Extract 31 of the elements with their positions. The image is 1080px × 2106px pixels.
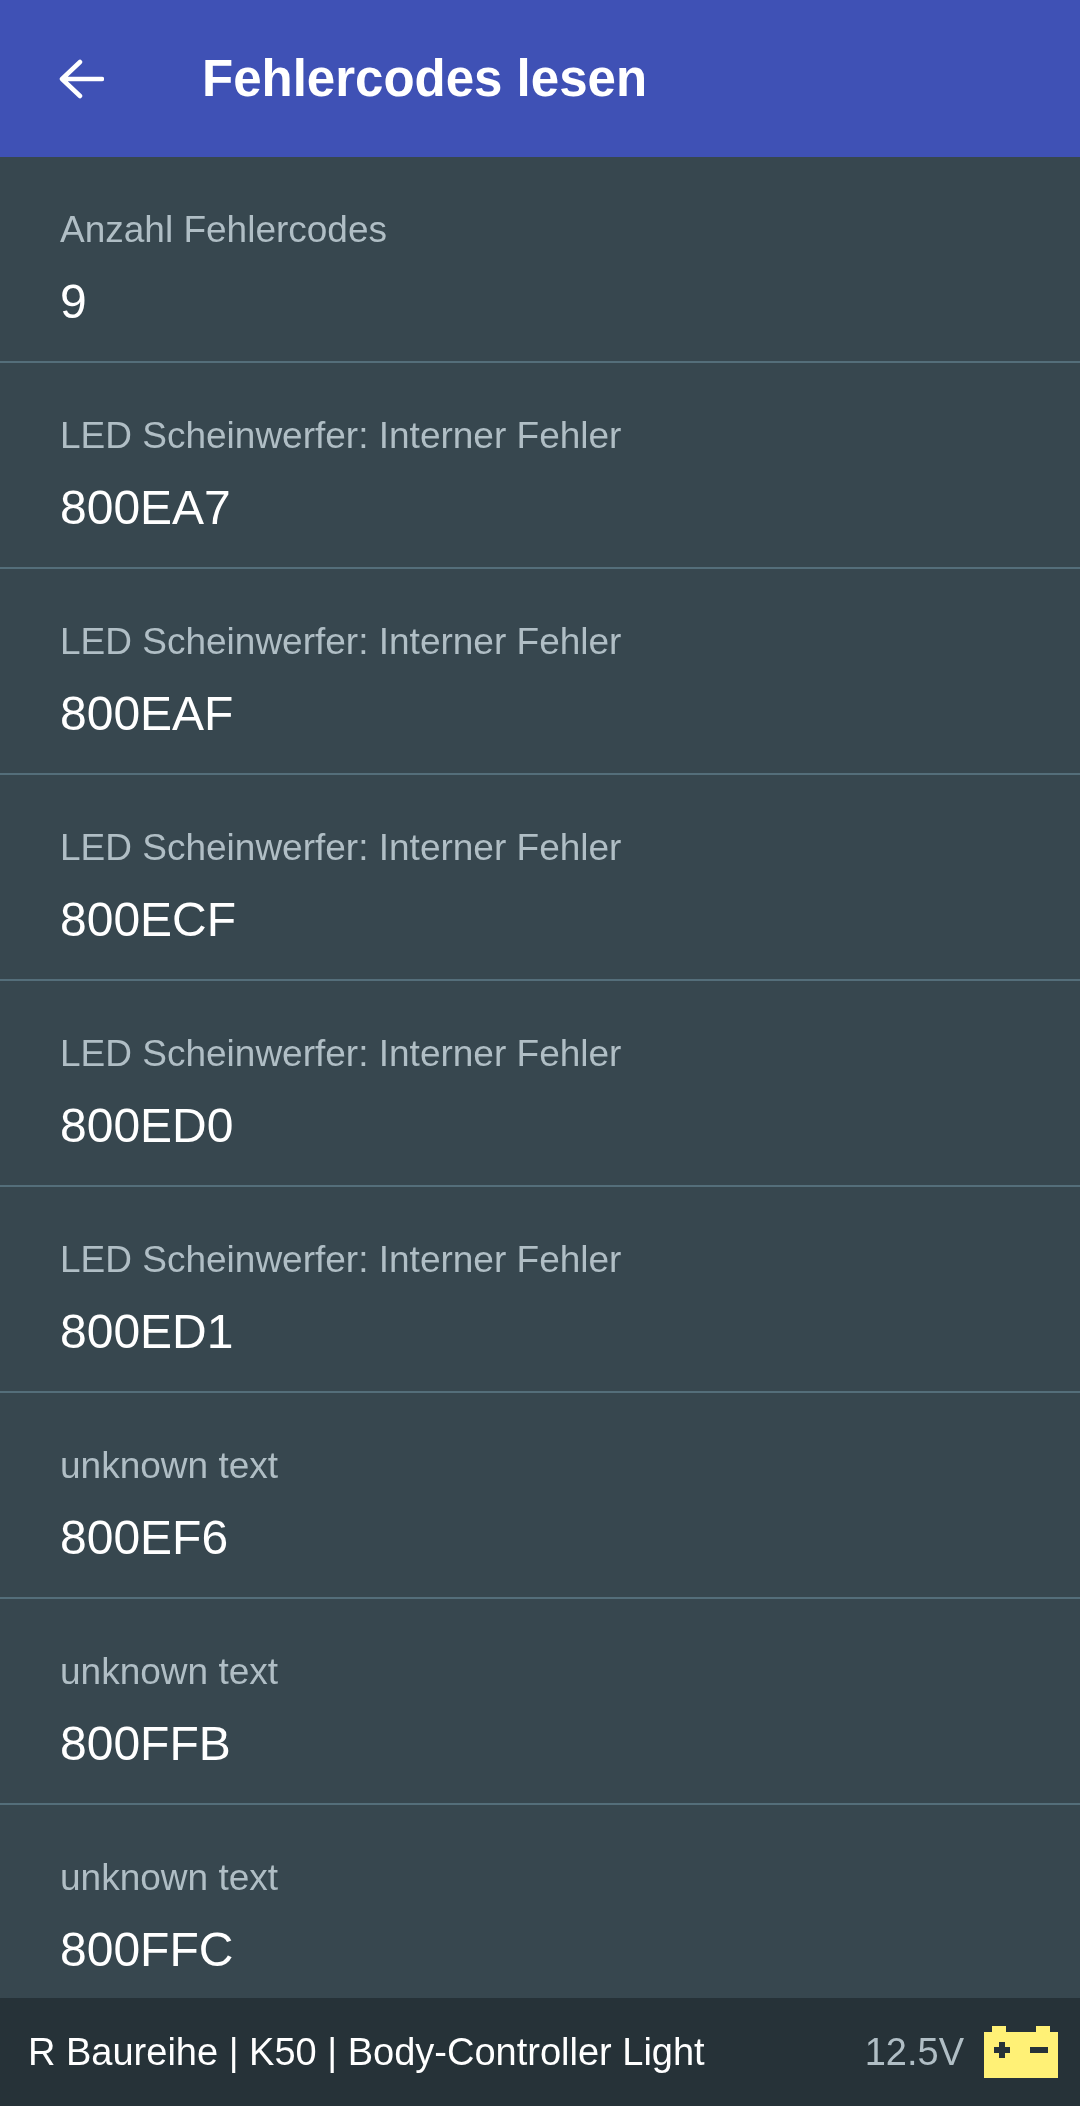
fault-code: 800ED0	[60, 1098, 235, 1154]
fault-code-item[interactable]: unknown text 800EF6	[0, 1393, 1080, 1599]
fault-code: 800ECF	[60, 892, 238, 948]
fault-code-item[interactable]: unknown text 800FFB	[0, 1599, 1080, 1805]
fault-code: 800EAF	[60, 686, 235, 742]
fault-code: 800FFB	[60, 1716, 232, 1772]
fault-description: LED Scheinwerfer: Interner Fehler	[60, 826, 623, 870]
fault-code: 800FFC	[60, 1922, 235, 1978]
fault-code-item[interactable]: LED Scheinwerfer: Interner Fehler 800ED1	[0, 1187, 1080, 1393]
fault-description: unknown text	[60, 1650, 280, 1694]
fault-description: unknown text	[60, 1856, 280, 1900]
fault-code: 800EA7	[60, 480, 232, 536]
fault-code-item[interactable]: LED Scheinwerfer: Interner Fehler 800EAF	[0, 569, 1080, 775]
screen-title: Fehlercodes lesen	[202, 49, 648, 108]
fault-code-item[interactable]: LED Scheinwerfer: Interner Fehler 800ECF	[0, 775, 1080, 981]
fault-description: unknown text	[60, 1444, 280, 1488]
battery-voltage: 12.5V	[864, 2030, 964, 2074]
battery-icon	[984, 2026, 1058, 2078]
fault-code-item[interactable]: LED Scheinwerfer: Interner Fehler 800EA7	[0, 363, 1080, 569]
fault-code-item[interactable]: Anzahl Fehlercodes 9	[0, 157, 1080, 363]
fault-description: LED Scheinwerfer: Interner Fehler	[60, 1238, 623, 1282]
fault-description: LED Scheinwerfer: Interner Fehler	[60, 620, 623, 664]
vehicle-info: R Baureihe | K50 | Body-Controller Light	[28, 2030, 706, 2074]
fault-code: 800ED1	[60, 1304, 235, 1360]
fault-code: 9	[60, 274, 88, 330]
fault-description: LED Scheinwerfer: Interner Fehler	[60, 1032, 623, 1076]
fault-description: LED Scheinwerfer: Interner Fehler	[60, 414, 623, 458]
back-arrow-icon	[58, 58, 104, 99]
fault-code: 800EF6	[60, 1510, 230, 1566]
fault-code-item[interactable]: LED Scheinwerfer: Interner Fehler 800ED0	[0, 981, 1080, 1187]
fault-description: Anzahl Fehlercodes	[60, 208, 389, 252]
